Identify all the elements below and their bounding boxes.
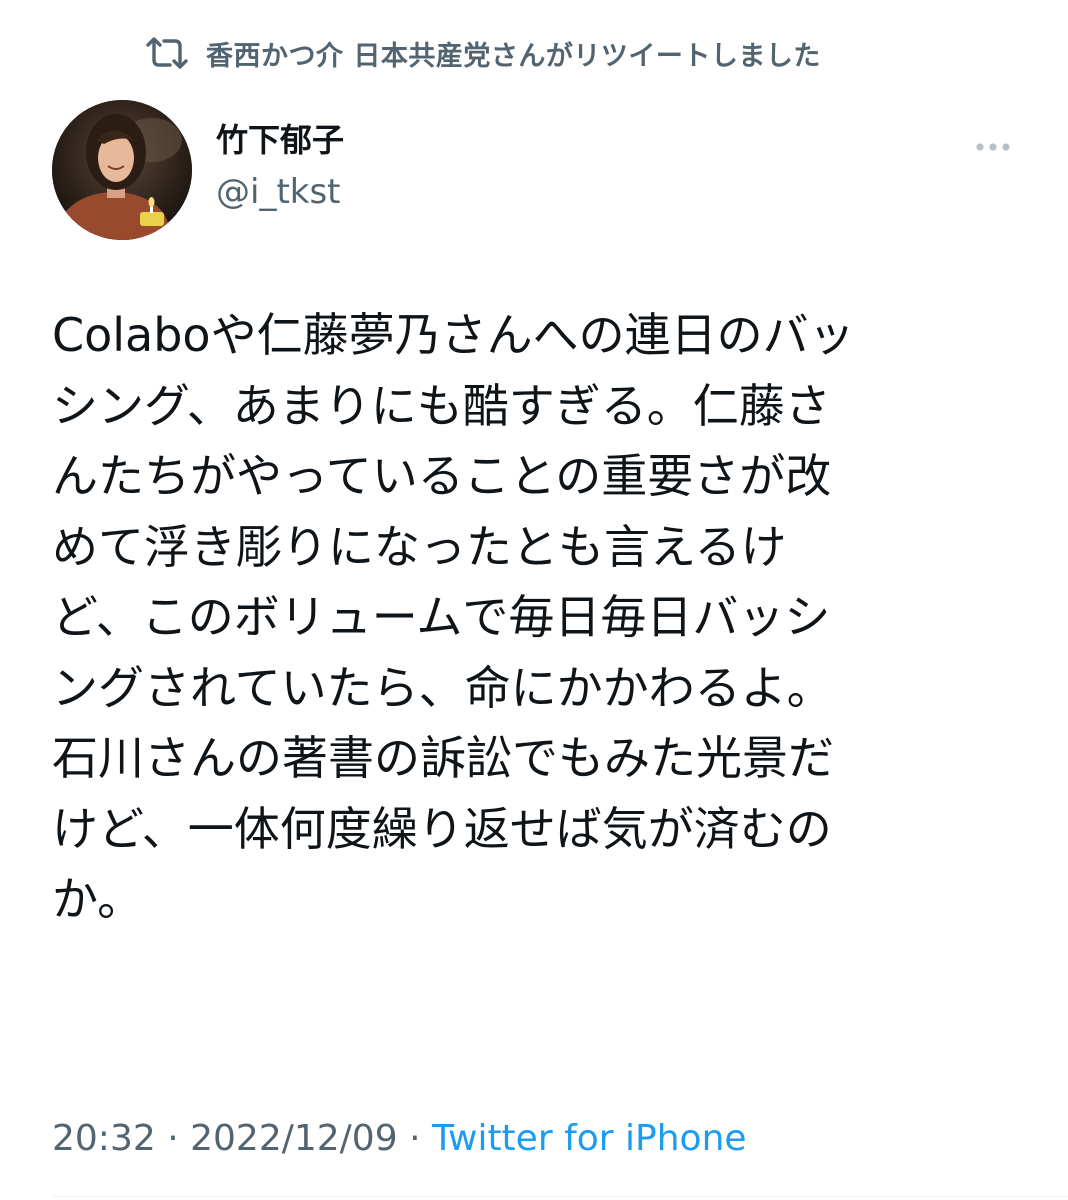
tweet-time[interactable]: 20:32 — [52, 1118, 156, 1159]
author-display-name[interactable]: 竹下郁子 — [216, 118, 344, 162]
tweet-line: ングされていたら、命にかかわるよ。 — [52, 660, 833, 715]
tweet-date[interactable]: 2022/12/09 — [190, 1118, 398, 1159]
tweet-line: Colaboや仁藤夢乃さんへの連日のバッ — [52, 308, 855, 362]
author-block[interactable]: 竹下郁子 @i_tkst — [216, 118, 344, 214]
more-options-button[interactable] — [968, 128, 1018, 164]
tweet-body: Colaboや仁藤夢乃さんへの連日のバッ シング、あまりにも酷すぎる。仁藤さ ん… — [52, 300, 1022, 935]
tweet-line: か。 — [52, 872, 144, 926]
author-handle[interactable]: @i_tkst — [216, 170, 344, 214]
tweet-metadata: 20:32 · 2022/12/09 · Twitter for iPhone — [52, 1114, 747, 1164]
divider — [52, 1196, 1068, 1197]
tweet-line: めて浮き彫りになったとも言えるけ — [52, 519, 787, 574]
profile-photo — [52, 100, 192, 240]
retweet-context[interactable]: 香西かつ介 日本共産党さんがリツイートしました — [142, 30, 821, 76]
tweet-line: んたちがやっていることの重要さが改 — [52, 449, 832, 503]
avatar[interactable] — [52, 100, 192, 240]
meta-separator: · — [167, 1118, 179, 1159]
tweet-source-link[interactable]: Twitter for iPhone — [432, 1118, 747, 1159]
tweet-line: 石川さんの著書の訴訟でもみた光景だ — [52, 731, 834, 785]
retweet-icon — [142, 33, 192, 73]
tweet-line: シング、あまりにも酷すぎる。仁藤さ — [52, 378, 831, 433]
meta-separator: · — [409, 1118, 421, 1159]
retweet-label: 香西かつ介 日本共産党さんがリツイートしました — [206, 40, 821, 72]
tweet-line: けど、一体何度繰り返せば気が済むの — [52, 801, 832, 856]
more-options-icon — [975, 137, 1011, 156]
tweet-line: ど、このボリュームで毎日毎日バッシ — [52, 590, 831, 644]
